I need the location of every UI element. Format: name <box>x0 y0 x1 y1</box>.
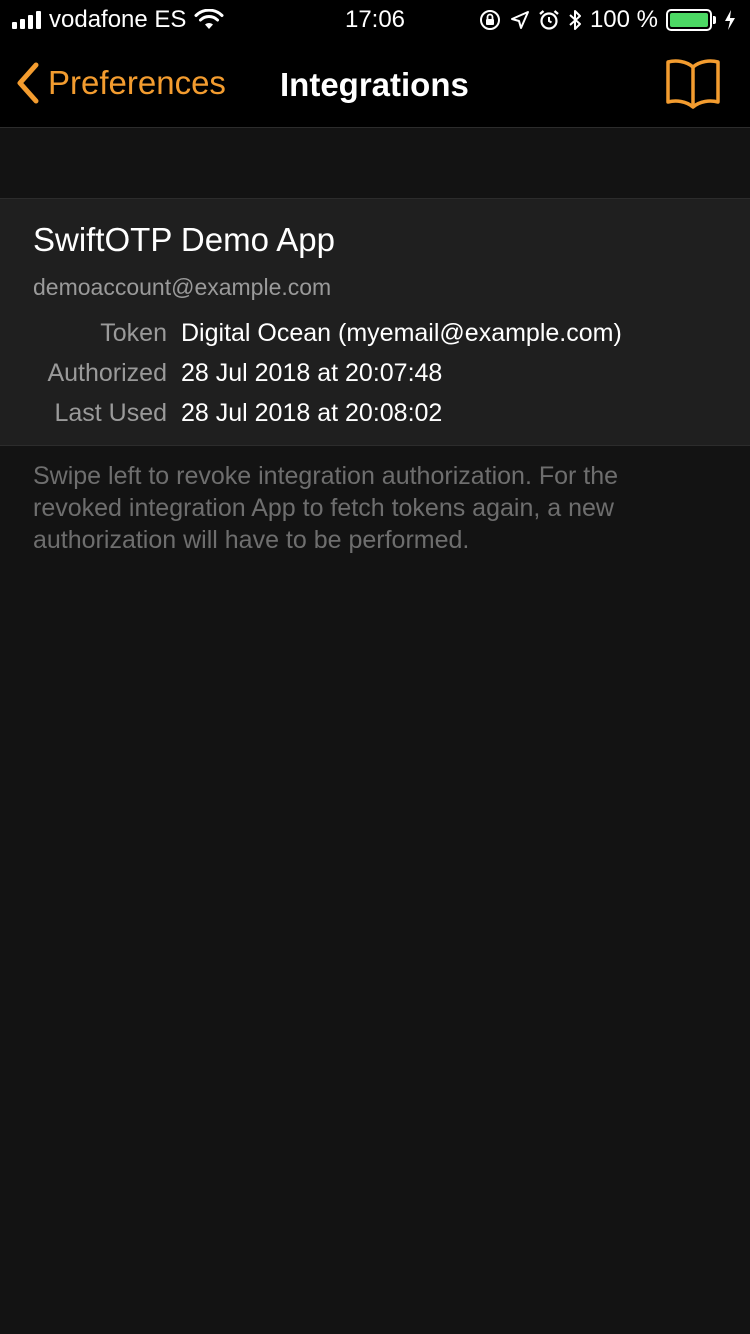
last-used-row: Last Used 28 Jul 2018 at 20:08:02 <box>0 399 750 433</box>
last-used-value: 28 Jul 2018 at 20:08:02 <box>181 399 443 427</box>
bluetooth-icon <box>569 10 581 30</box>
battery-fill <box>670 13 708 27</box>
authorized-value: 28 Jul 2018 at 20:07:48 <box>181 359 443 387</box>
back-button[interactable]: Preferences <box>16 62 226 104</box>
location-icon <box>510 11 529 29</box>
token-label: Token <box>100 319 167 347</box>
charging-icon <box>725 10 735 30</box>
status-bar: vodafone ES 17:06 100 % <box>0 0 750 40</box>
page-title: Integrations <box>280 66 469 103</box>
carrier-label: vodafone ES <box>49 6 187 33</box>
back-button-label: Preferences <box>48 64 226 101</box>
battery-body <box>666 9 712 31</box>
status-bar-left: vodafone ES <box>12 6 224 34</box>
integration-cell[interactable]: SwiftOTP Demo App demoaccount@example.co… <box>0 198 750 446</box>
alarm-icon <box>539 10 559 30</box>
orientation-lock-icon <box>479 10 500 30</box>
book-icon <box>666 59 720 109</box>
section-footer: Swipe left to revoke integration authori… <box>33 462 619 554</box>
authorized-label: Authorized <box>47 359 167 387</box>
battery-tip <box>713 16 716 24</box>
signal-icon <box>12 11 41 29</box>
last-used-label: Last Used <box>54 399 167 427</box>
wifi-icon <box>194 9 224 29</box>
authorized-row: Authorized 28 Jul 2018 at 20:07:48 <box>0 359 750 393</box>
integration-account: demoaccount@example.com <box>33 274 332 300</box>
battery-icon <box>666 9 716 31</box>
token-value: Digital Ocean (myemail@example.com) <box>181 319 622 347</box>
chevron-left-icon <box>17 62 39 104</box>
help-button[interactable] <box>664 58 722 110</box>
token-row: Token Digital Ocean (myemail@example.com… <box>0 319 750 353</box>
navigation-bar: Preferences Integrations <box>0 40 750 128</box>
battery-percent-label: 100 % <box>589 6 658 33</box>
integration-app-name: SwiftOTP Demo App <box>33 221 336 258</box>
status-bar-right: 100 % <box>478 6 736 34</box>
clock-label: 17:06 <box>344 6 406 33</box>
